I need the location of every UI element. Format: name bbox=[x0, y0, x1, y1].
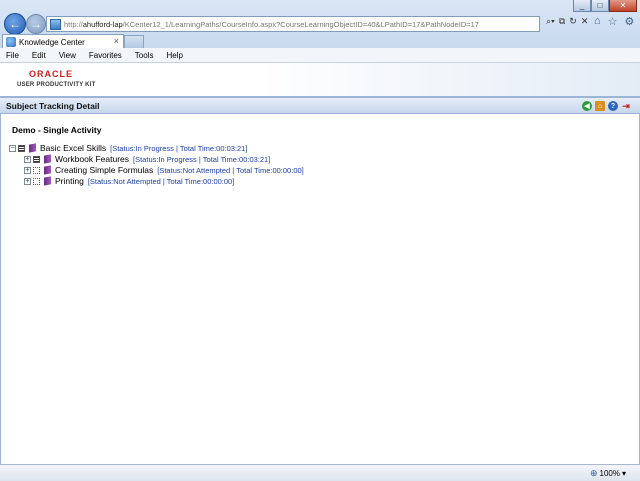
new-tab-button[interactable] bbox=[124, 35, 144, 48]
product-name: USER PRODUCTIVITY KIT bbox=[17, 82, 96, 88]
status-bar: ⊕ 100% ▾ bbox=[0, 464, 640, 481]
logo-header bbox=[0, 63, 640, 96]
knowledge-center-favicon-icon bbox=[6, 37, 16, 47]
minimize-button[interactable]: _ bbox=[573, 0, 591, 12]
favorites-star-icon[interactable]: ☆ bbox=[608, 15, 618, 28]
tree-node-label[interactable]: Printing bbox=[55, 176, 84, 186]
tree-node-label[interactable]: Creating Simple Formulas bbox=[55, 165, 153, 175]
menu-view[interactable]: View bbox=[53, 51, 83, 60]
menu-favorites[interactable]: Favorites bbox=[83, 51, 129, 60]
maximize-button[interactable]: □ bbox=[591, 0, 609, 12]
forward-button[interactable]: → bbox=[26, 14, 46, 34]
zoom-level: 100% bbox=[599, 469, 620, 478]
search-icon[interactable]: ⌕▾ bbox=[546, 16, 555, 27]
refresh-icon[interactable]: ↻ bbox=[569, 16, 577, 27]
page-title-bar: Subject Tracking Detail ◀ ⌂ ? ⇥ bbox=[0, 96, 640, 114]
title-bar-actions: ◀ ⌂ ? ⇥ bbox=[582, 101, 631, 111]
stop-icon[interactable]: ✕ bbox=[581, 16, 589, 27]
page-icon bbox=[50, 18, 61, 30]
home-icon[interactable]: ⌂ bbox=[594, 15, 601, 28]
back-green-icon[interactable]: ◀ bbox=[582, 101, 592, 111]
url-scheme: http:// bbox=[64, 19, 83, 29]
header-gradient bbox=[260, 63, 640, 96]
tab-close-icon[interactable]: × bbox=[114, 36, 119, 46]
close-window-button[interactable]: ✕ bbox=[609, 0, 637, 12]
zoom-control[interactable]: ⊕ 100% ▾ bbox=[590, 468, 626, 479]
book-icon bbox=[44, 176, 51, 186]
expand-toggle-icon[interactable]: + bbox=[24, 166, 31, 174]
page-title: Subject Tracking Detail bbox=[6, 101, 100, 111]
forward-arrow-icon: → bbox=[30, 17, 42, 31]
book-icon bbox=[44, 165, 51, 175]
in-progress-status-icon bbox=[18, 144, 25, 152]
menu-edit[interactable]: Edit bbox=[26, 51, 53, 60]
book-icon bbox=[29, 143, 36, 153]
menu-bar: File Edit View Favorites Tools Help bbox=[0, 48, 640, 63]
expand-toggle-icon[interactable]: + bbox=[24, 155, 31, 163]
url-host: ahufford-lap bbox=[82, 19, 123, 29]
zoom-magnifier-icon: ⊕ bbox=[589, 468, 598, 478]
url-path: /KCenter12_1/LearningPaths/CourseInfo.as… bbox=[122, 19, 479, 29]
menu-tools[interactable]: Tools bbox=[129, 51, 161, 60]
collapse-toggle-icon[interactable]: − bbox=[9, 144, 16, 152]
menu-help[interactable]: Help bbox=[160, 51, 189, 60]
tree-node-child[interactable]: + Printing [Status:Not Attempted | Total… bbox=[24, 176, 234, 186]
back-arrow-icon: ← bbox=[9, 17, 21, 31]
help-icon[interactable]: ? bbox=[608, 101, 618, 111]
tree-node-label[interactable]: Basic Excel Skills bbox=[40, 143, 106, 153]
browser-tab[interactable]: Knowledge Center × bbox=[2, 34, 124, 49]
gear-icon[interactable]: ⚙ bbox=[625, 15, 635, 28]
tree-node-status: [Status:Not Attempted | Total Time:00:00… bbox=[157, 165, 304, 175]
menu-file[interactable]: File bbox=[0, 51, 26, 60]
oracle-logo: ORACLE bbox=[29, 69, 73, 79]
back-button[interactable]: ← bbox=[4, 13, 26, 35]
tree-node-status: [Status:Not Attempted | Total Time:00:00… bbox=[87, 176, 235, 186]
expand-toggle-icon[interactable]: + bbox=[24, 177, 31, 185]
tree-node-status: [Status:In Progress | Total Time:00:03:2… bbox=[110, 143, 248, 153]
compat-view-icon[interactable]: ⧉ bbox=[559, 16, 565, 27]
activity-title: Demo - Single Activity bbox=[12, 125, 102, 135]
book-icon bbox=[44, 154, 51, 164]
tree-node-child[interactable]: + Workbook Features [Status:In Progress … bbox=[24, 154, 270, 164]
address-bar[interactable]: http://ahufford-lap/KCenter12_1/Learning… bbox=[46, 16, 540, 32]
home-icon[interactable]: ⌂ bbox=[595, 101, 605, 111]
not-attempted-status-icon bbox=[33, 166, 40, 174]
browser-right-icons: ⌂ ☆ ⚙ bbox=[594, 15, 634, 28]
address-url[interactable]: http://ahufford-lap/KCenter12_1/Learning… bbox=[64, 20, 479, 29]
address-tools: ⌕▾ ⧉ ↻ ✕ bbox=[546, 16, 588, 27]
tree-node-root[interactable]: − Basic Excel Skills [Status:In Progress… bbox=[9, 143, 247, 153]
tree-node-child[interactable]: + Creating Simple Formulas [Status:Not A… bbox=[24, 165, 304, 175]
tree-node-status: [Status:In Progress | Total Time:00:03:2… bbox=[133, 154, 271, 164]
in-progress-status-icon bbox=[33, 155, 40, 163]
not-attempted-status-icon bbox=[33, 177, 40, 185]
browser-chrome: _ □ ✕ ← → http://ahufford-lap/KCenter12_… bbox=[0, 0, 640, 63]
window-controls: _ □ ✕ bbox=[573, 0, 637, 12]
exit-icon[interactable]: ⇥ bbox=[621, 101, 631, 111]
tab-title: Knowledge Center bbox=[19, 37, 85, 47]
chevron-down-icon: ▾ bbox=[621, 469, 626, 478]
tree-node-label[interactable]: Workbook Features bbox=[55, 154, 129, 164]
